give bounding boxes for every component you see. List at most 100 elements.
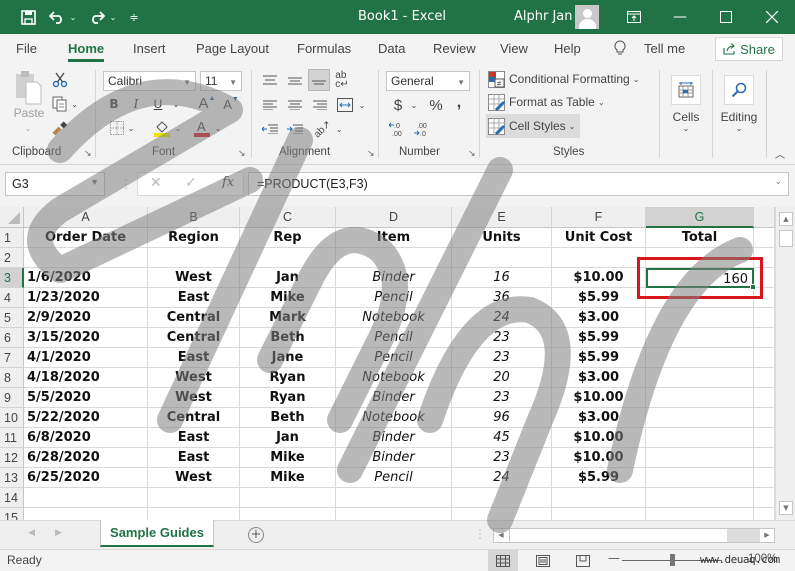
- cell-d10[interactable]: Notebook: [336, 408, 452, 428]
- tab-formulas[interactable]: Formulas: [297, 41, 351, 56]
- name-box[interactable]: G3 ▼: [5, 172, 105, 196]
- cell-d5[interactable]: Notebook: [336, 308, 452, 328]
- row-header-15[interactable]: 15: [0, 508, 24, 520]
- cell-b6[interactable]: Central: [148, 328, 240, 348]
- cell-a3[interactable]: 1/6/2020: [24, 268, 148, 288]
- cell-g6[interactable]: [646, 328, 754, 348]
- column-header-f[interactable]: F: [552, 207, 646, 228]
- cell-g11[interactable]: [646, 428, 754, 448]
- number-format-select[interactable]: General ▼: [386, 71, 470, 91]
- cell-b2[interactable]: [148, 248, 240, 268]
- cell-c11[interactable]: Jan: [240, 428, 336, 448]
- cell-h5[interactable]: [754, 308, 775, 328]
- cell-e14[interactable]: [452, 488, 552, 508]
- cell-c9[interactable]: Ryan: [240, 388, 336, 408]
- cell-b4[interactable]: East: [148, 288, 240, 308]
- cell-a11[interactable]: 6/8/2020: [24, 428, 148, 448]
- cell-h8[interactable]: [754, 368, 775, 388]
- middle-align-button[interactable]: [285, 70, 305, 90]
- font-color-button[interactable]: A ⌄: [190, 118, 224, 138]
- cell-f15[interactable]: [552, 508, 646, 520]
- formula-bar-grip[interactable]: ⋮: [120, 177, 132, 191]
- column-header-d[interactable]: D: [336, 207, 452, 228]
- collapse-ribbon-button[interactable]: ︿: [772, 146, 788, 161]
- cell-h13[interactable]: [754, 468, 775, 488]
- cell-h12[interactable]: [754, 448, 775, 468]
- row-header-6[interactable]: 6: [0, 328, 24, 348]
- bold-button[interactable]: B: [106, 95, 122, 113]
- cell-f14[interactable]: [552, 488, 646, 508]
- cell-c2[interactable]: [240, 248, 336, 268]
- row-header-9[interactable]: 9: [0, 388, 24, 408]
- column-header-b[interactable]: B: [148, 207, 240, 228]
- cell-e15[interactable]: [452, 508, 552, 520]
- tab-review[interactable]: Review: [433, 41, 476, 56]
- increase-font-size-button[interactable]: A ▲: [198, 93, 216, 113]
- number-launcher[interactable]: ↘: [468, 149, 476, 159]
- cancel-icon[interactable]: ✕: [150, 175, 162, 191]
- cell-e8[interactable]: 20: [452, 368, 552, 388]
- avatar[interactable]: [575, 5, 599, 29]
- cell-b3[interactable]: West: [148, 268, 240, 288]
- paste-button[interactable]: [10, 68, 46, 108]
- cell-b15[interactable]: [148, 508, 240, 520]
- cell-g7[interactable]: [646, 348, 754, 368]
- cut-button[interactable]: [50, 70, 70, 90]
- cell-g14[interactable]: [646, 488, 754, 508]
- cell-h10[interactable]: [754, 408, 775, 428]
- page-break-view-button[interactable]: [568, 550, 598, 571]
- cell-f1[interactable]: Unit Cost: [552, 228, 646, 248]
- cell-b5[interactable]: Central: [148, 308, 240, 328]
- cell-g15[interactable]: [646, 508, 754, 520]
- cell-b8[interactable]: West: [148, 368, 240, 388]
- cell-d14[interactable]: [336, 488, 452, 508]
- cell-h15[interactable]: [754, 508, 775, 520]
- underline-button[interactable]: U: [150, 95, 166, 113]
- cell-c10[interactable]: Beth: [240, 408, 336, 428]
- currency-dropdown[interactable]: ⌄: [408, 95, 420, 115]
- cell-a5[interactable]: 2/9/2020: [24, 308, 148, 328]
- tab-file[interactable]: File: [16, 41, 37, 56]
- cell-a6[interactable]: 3/15/2020: [24, 328, 148, 348]
- share-button[interactable]: Share: [715, 37, 783, 61]
- cell-g5[interactable]: [646, 308, 754, 328]
- cell-d9[interactable]: Binder: [336, 388, 452, 408]
- row-header-4[interactable]: 4: [0, 288, 24, 308]
- font-size-select[interactable]: 11 ▼: [200, 71, 242, 91]
- cell-g1[interactable]: Total: [646, 228, 754, 248]
- row-header-5[interactable]: 5: [0, 308, 24, 328]
- cell-b10[interactable]: Central: [148, 408, 240, 428]
- cell-h6[interactable]: [754, 328, 775, 348]
- row-header-10[interactable]: 10: [0, 408, 24, 428]
- align-right-button[interactable]: [310, 95, 330, 115]
- cell-b9[interactable]: West: [148, 388, 240, 408]
- cell-c3[interactable]: Jan: [240, 268, 336, 288]
- cells-button[interactable]: Cells ⌄: [670, 70, 702, 138]
- align-center-button[interactable]: [285, 95, 305, 115]
- worksheet-grid[interactable]: A B C D E F G 1 Order Date Region Rep Item Units Unit…: [0, 207, 775, 520]
- cell-f4[interactable]: $5.99: [552, 288, 646, 308]
- cell-styles-button[interactable]: Cell Styles ⌄: [486, 114, 580, 138]
- wrap-text-button[interactable]: ab c↵: [334, 69, 350, 91]
- copy-button[interactable]: ⌄: [50, 94, 80, 114]
- expand-formula-bar-icon[interactable]: ⌄: [774, 176, 782, 187]
- cell-a15[interactable]: [24, 508, 148, 520]
- decrease-decimal-button[interactable]: .00.0: [412, 119, 430, 139]
- cell-d15[interactable]: [336, 508, 452, 520]
- cell-d4[interactable]: Pencil: [336, 288, 452, 308]
- cell-f9[interactable]: $10.00: [552, 388, 646, 408]
- cell-c14[interactable]: [240, 488, 336, 508]
- editing-button[interactable]: Editing ⌄: [718, 70, 760, 138]
- row-header-2[interactable]: 2: [0, 248, 24, 268]
- cell-e11[interactable]: 45: [452, 428, 552, 448]
- cell-g13[interactable]: [646, 468, 754, 488]
- cell-c6[interactable]: Beth: [240, 328, 336, 348]
- cell-h9[interactable]: [754, 388, 775, 408]
- underline-dropdown[interactable]: ⌄: [170, 95, 182, 113]
- clipboard-launcher[interactable]: ↘: [84, 149, 92, 159]
- cell-e4[interactable]: 36: [452, 288, 552, 308]
- cell-a12[interactable]: 6/28/2020: [24, 448, 148, 468]
- cell-b11[interactable]: East: [148, 428, 240, 448]
- align-left-button[interactable]: [260, 95, 280, 115]
- redo-button[interactable]: [86, 0, 108, 34]
